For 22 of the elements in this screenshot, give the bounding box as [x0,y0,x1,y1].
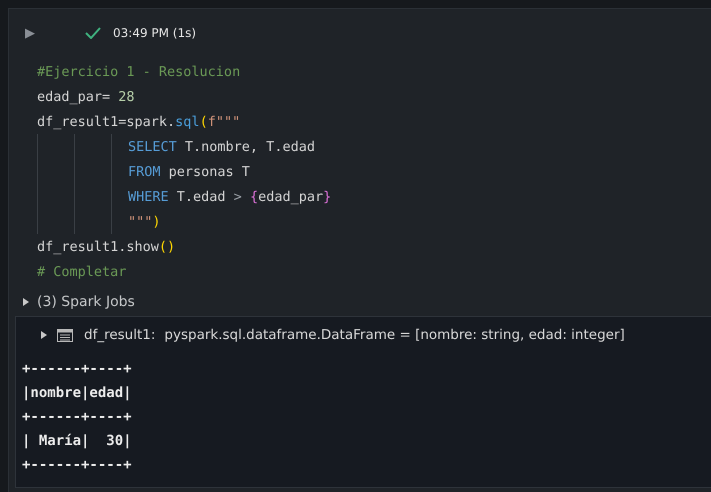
schema-text: pyspark.sql.dataframe.DataFrame = [nombre: string, edad: integer] [164,327,625,343]
code-line: # Completar [37,264,126,280]
output-line: +------+----+ [22,408,132,427]
output-line: +------+----+ [22,456,132,475]
code-line: df_result1=spark.sql(f""" [37,114,240,130]
code-line: df_result1.show() [37,238,176,254]
code-line: FROM personas T [128,164,250,180]
code-line: """) [128,214,161,230]
code-line: WHERE T.edad > {edad_par} [128,188,332,204]
spark-jobs-toggle[interactable]: (3) Spark Jobs [37,294,135,310]
expand-icon[interactable] [40,330,48,340]
run-button[interactable]: ▶ [25,26,35,40]
output-line: +------+----+ [22,360,132,379]
code-line: edad_par= 28 [37,88,135,104]
output-line: | María| 30| [22,432,132,451]
expand-icon[interactable] [22,297,30,307]
variable-name: df_result1: [84,327,156,343]
table-icon [57,328,73,342]
output-line: |nombre|edad| [22,384,132,403]
run-time: 03:49 PM (1s) [113,26,196,40]
code-line: #Ejercicio 1 - Resolucion [37,64,240,80]
code-line: SELECT T.nombre, T.edad [128,138,315,154]
